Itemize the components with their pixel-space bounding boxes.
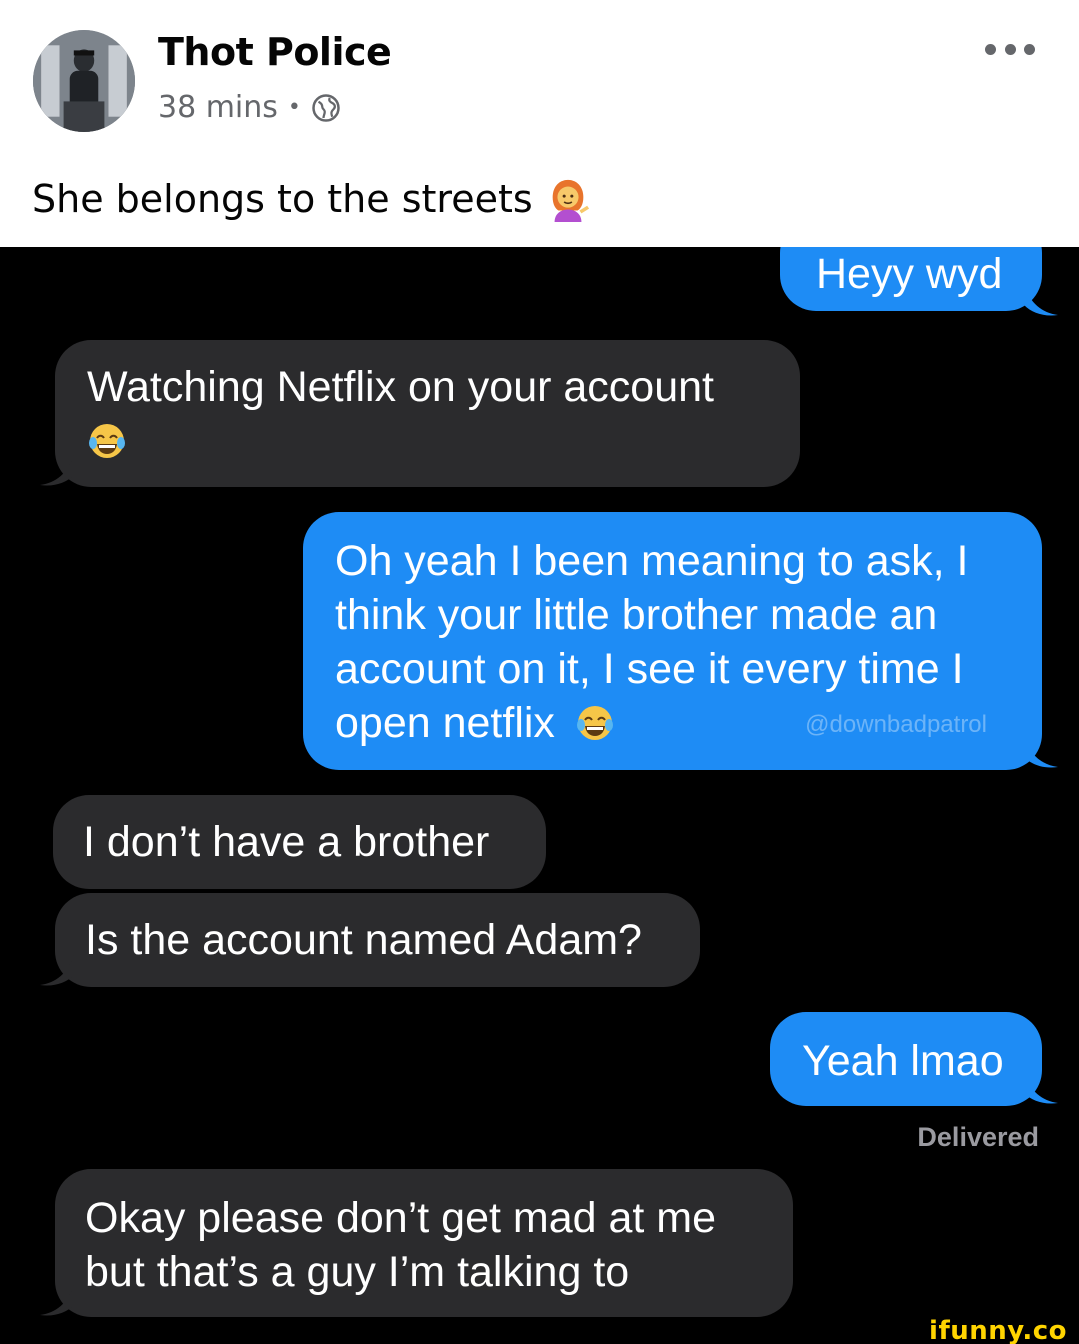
person-tipping-hand-emoji: [552, 179, 589, 222]
post-author[interactable]: Thot Police: [158, 30, 392, 74]
bubble-tail: [40, 455, 74, 486]
bubble-tail: [1024, 737, 1058, 768]
outgoing-message: Heyy wyd: [780, 247, 1042, 311]
bubble-tail: [40, 955, 74, 986]
delivered-status: Delivered: [917, 1122, 1039, 1152]
avatar-image: [33, 30, 135, 132]
face-with-tears-of-joy: [576, 706, 613, 740]
message-text: Heyy wyd: [816, 250, 1003, 298]
message-text: Watching Netflix on your account: [87, 363, 714, 411]
ifunny-watermark: ifunny.co: [921, 1318, 1075, 1344]
text-message-screenshot: Heyy wyd Watching Netflix on your accoun…: [0, 247, 1079, 1344]
bubble-tail: [1024, 1073, 1058, 1104]
message-text: I don’t have a brother: [83, 818, 490, 866]
post-time[interactable]: 38 mins: [158, 90, 278, 125]
incoming-message: I don’t have a brother: [53, 795, 546, 889]
more-options-icon[interactable]: [985, 38, 1035, 60]
incoming-message: Is the account named Adam?: [55, 893, 700, 987]
watermark-handle: @downbadpatrol: [805, 711, 987, 738]
globe-icon: [312, 93, 340, 122]
outgoing-message: Yeah lmao: [770, 1012, 1042, 1106]
bottom-bar: [0, 1318, 1079, 1344]
bubble-tail: [1024, 285, 1058, 316]
message-text: Okay please don’t get mad at me but that…: [85, 1194, 717, 1296]
face-with-tears-of-joy: [89, 424, 125, 458]
post-caption: She belongs to the streets: [32, 176, 591, 222]
message-text: Is the account named Adam?: [85, 916, 642, 964]
incoming-message: Okay please don’t get mad at me but that…: [55, 1169, 793, 1317]
incoming-message: Watching Netflix on your account: [55, 340, 800, 487]
bubble-tail: [40, 1285, 74, 1316]
caption-text: She belongs to the streets: [32, 177, 533, 221]
outgoing-message: Oh yeah I been meaning to ask, I think y…: [303, 512, 1042, 770]
meta-separator: •: [287, 95, 301, 120]
avatar[interactable]: [33, 30, 135, 132]
post-header: Thot Police 38 mins • She belongs to the…: [0, 0, 1079, 247]
post-meta: 38 mins •: [158, 90, 341, 125]
message-text: Yeah lmao: [802, 1037, 1004, 1085]
